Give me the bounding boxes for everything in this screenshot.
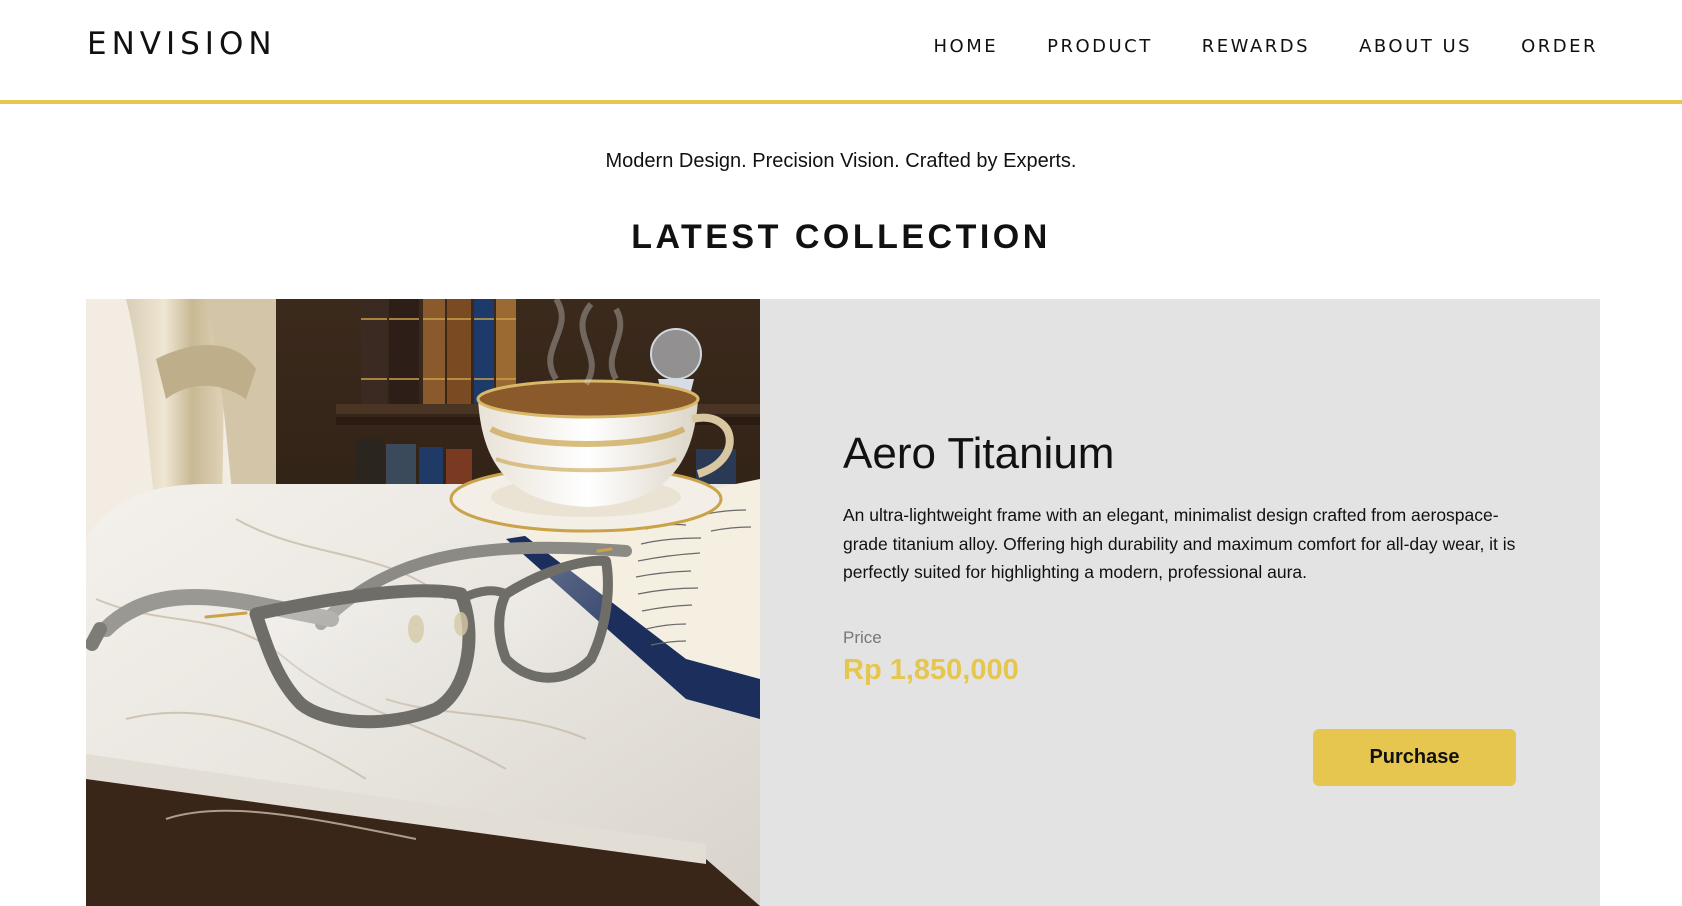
- price-value: Rp 1,850,000: [843, 654, 1019, 686]
- hero-tagline: Modern Design. Precision Vision. Crafted…: [605, 150, 1077, 172]
- nav-order-link[interactable]: ORDER: [1521, 36, 1598, 57]
- site-header: ENVISION HOME PRODUCT REWARDS ABOUT US O…: [0, 0, 1682, 104]
- section-title: LATEST COLLECTION: [631, 218, 1051, 256]
- product-card: Aero Titanium An ultra-lightweight frame…: [86, 299, 1600, 906]
- price-label: Price: [843, 628, 882, 647]
- nav-about-us-link[interactable]: ABOUT US: [1359, 36, 1472, 57]
- product-photo-illustration: [86, 299, 760, 906]
- product-photo: [86, 299, 760, 906]
- product-description: An ultra-lightweight frame with an elega…: [843, 505, 1516, 582]
- product-name: Aero Titanium: [843, 429, 1115, 478]
- main-nav: HOME PRODUCT REWARDS ABOUT US ORDER: [934, 36, 1599, 57]
- purchase-button[interactable]: Purchase: [1313, 729, 1516, 786]
- brand-logo[interactable]: ENVISION: [87, 26, 277, 62]
- nav-product-link[interactable]: PRODUCT: [1047, 36, 1153, 57]
- nav-home-link[interactable]: HOME: [934, 36, 999, 57]
- nav-rewards-link[interactable]: REWARDS: [1202, 36, 1310, 57]
